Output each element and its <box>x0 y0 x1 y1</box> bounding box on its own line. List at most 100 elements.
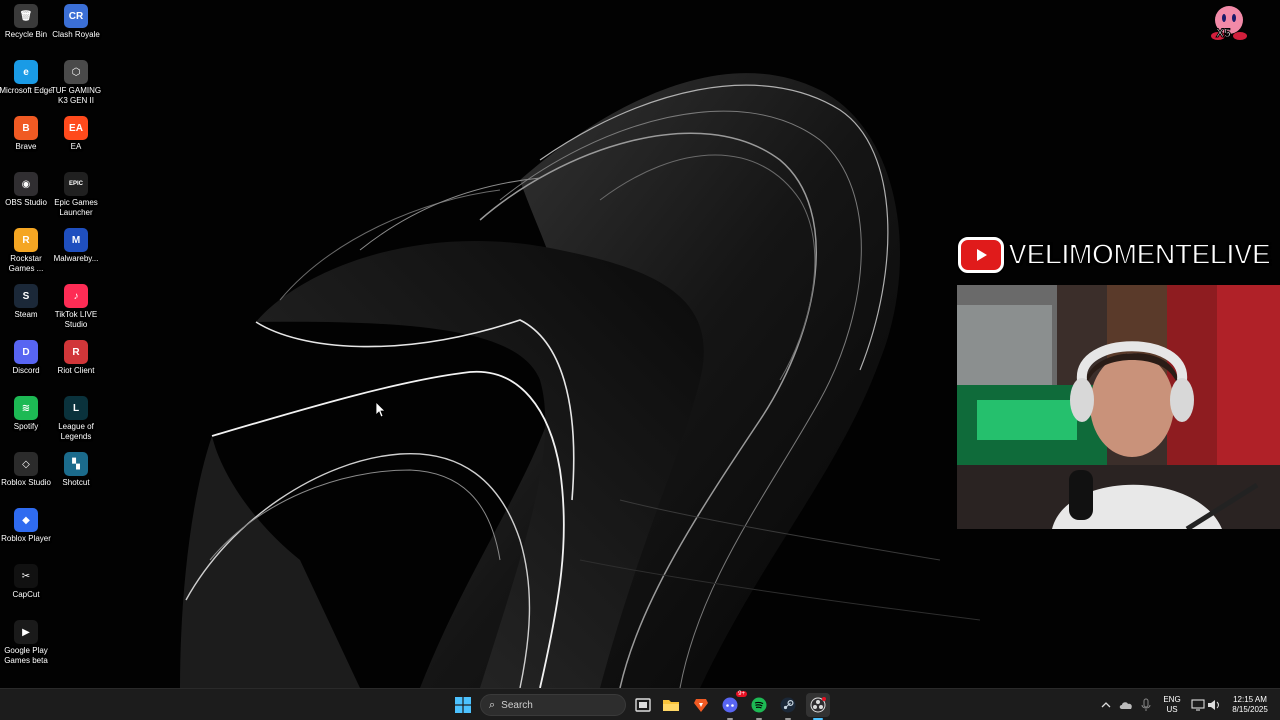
steam-icon <box>780 697 796 713</box>
rockstar-icon: R <box>14 228 38 252</box>
region-label: US <box>1166 705 1178 714</box>
desktop-icon-ea[interactable]: EA EA <box>50 112 102 168</box>
discord-notification-badge: 9+ <box>736 691 747 697</box>
microphone-tray-button[interactable] <box>1134 693 1158 717</box>
desktop-icon-label: Microsoft Edge <box>0 86 53 95</box>
desktop-icon-epic-games[interactable]: EPIC Epic Games Launcher <box>50 168 102 224</box>
speaker-icon <box>1208 700 1219 710</box>
brave-icon: B <box>14 116 38 140</box>
desktop-icon-roblox-player[interactable]: ◆ Roblox Player <box>0 504 52 560</box>
desktop-icon-label: OBS Studio <box>5 198 47 207</box>
desktop-icon-label: Google Play Games beta <box>4 646 48 665</box>
discord-icon <box>722 697 738 713</box>
spotify-icon <box>751 697 767 713</box>
edge-icon: e <box>14 60 38 84</box>
desktop-icon-label: CapCut <box>12 590 40 599</box>
desktop-icon-label: Recycle Bin <box>4 30 48 39</box>
steam-icon: S <box>14 284 38 308</box>
desktop-icon-label: Shotcut <box>62 478 90 487</box>
desktop-icon-google-play-games[interactable]: ▶ Google Play Games beta <box>0 616 52 672</box>
spotify-taskbar-button[interactable] <box>747 693 771 720</box>
discord-taskbar-button[interactable]: 9+ <box>718 691 747 720</box>
desktop[interactable]: 🗑 Recycle Bin CR Clash Royale e Microsoft Edg… <box>0 0 1280 688</box>
ea-icon: EA <box>64 116 88 140</box>
desktop-icon-label: Spotify <box>13 422 39 431</box>
malwarebytes-icon: M <box>64 228 88 252</box>
desktop-icon-obs[interactable]: ◉ OBS Studio <box>0 168 52 224</box>
capcut-icon: ✂ <box>14 564 38 588</box>
chevron-up-icon <box>1101 702 1111 708</box>
desktop-icon-spotify[interactable]: ≋ Spotify <box>0 392 52 448</box>
recycle-bin-icon: 🗑 <box>14 4 38 28</box>
obs-taskbar-button[interactable] <box>806 693 830 720</box>
desktop-icon-steam[interactable]: S Steam <box>0 280 52 336</box>
desktop-icon-label: Clash Royale <box>52 30 100 39</box>
desktop-icon-label: Roblox Studio <box>1 478 51 487</box>
folder-icon <box>663 700 679 711</box>
windows-icon <box>455 697 471 713</box>
epic-games-icon: EPIC <box>64 172 88 196</box>
desktop-icon-shotcut[interactable]: ▚ Shotcut <box>50 448 102 504</box>
desktop-icon-capcut[interactable]: ✂ CapCut <box>0 560 52 616</box>
youtube-channel-banner: VELIMOMENTELIVE <box>958 234 1280 276</box>
desktop-icon-label: Rockstar Games ... <box>8 254 44 273</box>
youtube-icon <box>958 237 1004 273</box>
obs-icon: ◉ <box>14 172 38 196</box>
desktop-icon-brave[interactable]: B Brave <box>0 112 52 168</box>
desktop-icon-label: TUF GAMING K3 GEN II <box>50 86 102 105</box>
volume-tray-button[interactable] <box>1202 693 1226 717</box>
brave-taskbar-button[interactable] <box>689 693 713 717</box>
steam-taskbar-button[interactable] <box>776 693 800 720</box>
language-label: ENG <box>1163 695 1181 704</box>
discord-icon: D <box>14 340 38 364</box>
desktop-icon-label: Malwareby... <box>53 254 99 263</box>
clock-time: 12:15 AM <box>1233 695 1267 704</box>
taskbar: ⌕ Search 9+ ENG US 12:15 AM 8/15/2025 <box>0 688 1280 720</box>
brave-icon <box>694 699 708 712</box>
desktop-icon-label: Epic Games Launcher <box>54 198 98 217</box>
google-play-games-icon: ▶ <box>14 620 38 644</box>
roblox-studio-icon: ◇ <box>14 452 38 476</box>
desktop-icon-label: Brave <box>15 142 37 151</box>
search-placeholder: Search <box>501 699 533 711</box>
desktop-icon-discord[interactable]: D Discord <box>0 336 52 392</box>
desktop-icon-label: EA <box>70 142 82 151</box>
obs-icon <box>810 697 826 713</box>
desktop-icon-riot-client[interactable]: R Riot Client <box>50 336 102 392</box>
tuf-gaming-icon: ⬡ <box>64 60 88 84</box>
webcam-feed <box>957 285 1280 529</box>
desktop-icon-label: Steam <box>14 310 38 319</box>
channel-name: VELIMOMENTELIVE <box>1007 238 1272 272</box>
search-icon: ⌕ <box>489 698 496 711</box>
start-button[interactable] <box>451 693 475 717</box>
file-explorer-button[interactable] <box>659 693 683 717</box>
desktop-icon-rockstar[interactable]: R Rockstar Games ... <box>0 224 52 280</box>
kirby-multiplier-label: X5 <box>1216 26 1232 41</box>
desktop-icon-label: Discord <box>12 366 40 375</box>
clash-royale-icon: CR <box>64 4 88 28</box>
spotify-icon: ≋ <box>14 396 38 420</box>
microphone-icon <box>1141 698 1151 711</box>
league-of-legends-icon: L <box>64 396 88 420</box>
desktop-icon-clash-royale[interactable]: CR Clash Royale <box>50 0 102 56</box>
roblox-player-icon: ◆ <box>14 508 38 532</box>
desktop-icon-label: League of Legends <box>58 422 94 441</box>
desktop-icon-league-of-legends[interactable]: L League of Legends <box>50 392 102 448</box>
input-language-indicator[interactable]: ENG US <box>1160 695 1184 715</box>
cloud-icon <box>1119 702 1132 709</box>
task-view-button[interactable] <box>631 693 655 717</box>
desktop-icon-tiktok[interactable]: ♪ TikTok LIVE Studio <box>50 280 102 336</box>
task-view-icon <box>635 698 651 712</box>
taskbar-search[interactable]: ⌕ Search <box>480 694 626 716</box>
tiktok-icon: ♪ <box>64 284 88 308</box>
clock[interactable]: 12:15 AM 8/15/2025 <box>1224 695 1276 715</box>
mouse-cursor-icon <box>376 402 386 418</box>
desktop-icon-recycle-bin[interactable]: 🗑 Recycle Bin <box>0 0 52 56</box>
desktop-icon-roblox-studio[interactable]: ◇ Roblox Studio <box>0 448 52 504</box>
desktop-icon-tuf-gaming[interactable]: ⬡ TUF GAMING K3 GEN II <box>50 56 102 112</box>
desktop-icon-edge[interactable]: e Microsoft Edge <box>0 56 53 112</box>
desktop-icon-label: Roblox Player <box>1 534 51 543</box>
desktop-icon-malwarebytes[interactable]: M Malwareby... <box>50 224 102 280</box>
clock-date: 8/15/2025 <box>1232 705 1268 714</box>
riot-client-icon: R <box>64 340 88 364</box>
